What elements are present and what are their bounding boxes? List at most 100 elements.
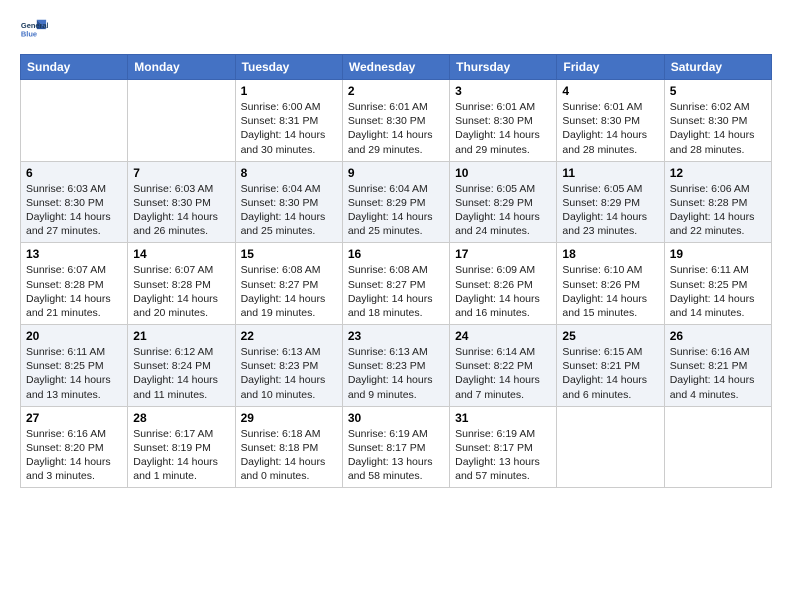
- day-number: 18: [562, 247, 658, 261]
- calendar-cell: 25 Sunrise: 6:15 AM Sunset: 8:21 PM Dayli…: [557, 325, 664, 407]
- header-thursday: Thursday: [450, 55, 557, 80]
- calendar-cell: 24 Sunrise: 6:14 AM Sunset: 8:22 PM Dayli…: [450, 325, 557, 407]
- logo-icon: General Blue: [20, 16, 48, 44]
- cell-info: Sunrise: 6:09 AM Sunset: 8:26 PM Dayligh…: [455, 263, 551, 320]
- day-number: 4: [562, 84, 658, 98]
- calendar-cell: [21, 80, 128, 162]
- calendar-cell: 17 Sunrise: 6:09 AM Sunset: 8:26 PM Dayli…: [450, 243, 557, 325]
- cell-info: Sunrise: 6:07 AM Sunset: 8:28 PM Dayligh…: [133, 263, 229, 320]
- cell-info: Sunrise: 6:15 AM Sunset: 8:21 PM Dayligh…: [562, 345, 658, 402]
- week-row-5: 27 Sunrise: 6:16 AM Sunset: 8:20 PM Dayli…: [21, 406, 772, 488]
- day-number: 7: [133, 166, 229, 180]
- cell-info: Sunrise: 6:16 AM Sunset: 8:20 PM Dayligh…: [26, 427, 122, 484]
- calendar-cell: 11 Sunrise: 6:05 AM Sunset: 8:29 PM Dayli…: [557, 161, 664, 243]
- header-tuesday: Tuesday: [235, 55, 342, 80]
- day-number: 14: [133, 247, 229, 261]
- cell-info: Sunrise: 6:19 AM Sunset: 8:17 PM Dayligh…: [455, 427, 551, 484]
- day-number: 13: [26, 247, 122, 261]
- calendar-cell: 2Sunrise: 6:01 AM Sunset: 8:30 PM Daylig…: [342, 80, 449, 162]
- calendar-cell: 10 Sunrise: 6:05 AM Sunset: 8:29 PM Dayli…: [450, 161, 557, 243]
- cell-info: Sunrise: 6:02 AM Sunset: 8:30 PM Dayligh…: [670, 100, 766, 157]
- day-number: 26: [670, 329, 766, 343]
- cell-info: Sunrise: 6:18 AM Sunset: 8:18 PM Dayligh…: [241, 427, 337, 484]
- day-number: 10: [455, 166, 551, 180]
- header-row: SundayMondayTuesdayWednesdayThursdayFrid…: [21, 55, 772, 80]
- calendar-cell: 21 Sunrise: 6:12 AM Sunset: 8:24 PM Dayli…: [128, 325, 235, 407]
- cell-info: Sunrise: 6:04 AM Sunset: 8:30 PM Dayligh…: [241, 182, 337, 239]
- cell-info: Sunrise: 6:13 AM Sunset: 8:23 PM Dayligh…: [348, 345, 444, 402]
- day-number: 1: [241, 84, 337, 98]
- day-number: 8: [241, 166, 337, 180]
- header-saturday: Saturday: [664, 55, 771, 80]
- calendar-cell: 7 Sunrise: 6:03 AM Sunset: 8:30 PM Daylig…: [128, 161, 235, 243]
- calendar-cell: 15 Sunrise: 6:08 AM Sunset: 8:27 PM Dayli…: [235, 243, 342, 325]
- calendar-cell: 4Sunrise: 6:01 AM Sunset: 8:30 PM Daylig…: [557, 80, 664, 162]
- cell-info: Sunrise: 6:11 AM Sunset: 8:25 PM Dayligh…: [670, 263, 766, 320]
- header-sunday: Sunday: [21, 55, 128, 80]
- header-wednesday: Wednesday: [342, 55, 449, 80]
- cell-info: Sunrise: 6:17 AM Sunset: 8:19 PM Dayligh…: [133, 427, 229, 484]
- week-row-4: 20 Sunrise: 6:11 AM Sunset: 8:25 PM Dayli…: [21, 325, 772, 407]
- calendar-cell: 23 Sunrise: 6:13 AM Sunset: 8:23 PM Dayli…: [342, 325, 449, 407]
- week-row-3: 13 Sunrise: 6:07 AM Sunset: 8:28 PM Dayli…: [21, 243, 772, 325]
- cell-info: Sunrise: 6:12 AM Sunset: 8:24 PM Dayligh…: [133, 345, 229, 402]
- cell-info: Sunrise: 6:13 AM Sunset: 8:23 PM Dayligh…: [241, 345, 337, 402]
- cell-info: Sunrise: 6:03 AM Sunset: 8:30 PM Dayligh…: [133, 182, 229, 239]
- day-number: 24: [455, 329, 551, 343]
- svg-text:Blue: Blue: [21, 30, 37, 39]
- calendar-cell: 30Sunrise: 6:19 AM Sunset: 8:17 PM Dayli…: [342, 406, 449, 488]
- calendar-cell: [664, 406, 771, 488]
- week-row-2: 6 Sunrise: 6:03 AM Sunset: 8:30 PM Daylig…: [21, 161, 772, 243]
- day-number: 17: [455, 247, 551, 261]
- cell-info: Sunrise: 6:01 AM Sunset: 8:30 PM Dayligh…: [348, 100, 444, 157]
- day-number: 20: [26, 329, 122, 343]
- day-number: 3: [455, 84, 551, 98]
- day-number: 11: [562, 166, 658, 180]
- cell-info: Sunrise: 6:10 AM Sunset: 8:26 PM Dayligh…: [562, 263, 658, 320]
- calendar-cell: 3 Sunrise: 6:01 AM Sunset: 8:30 PM Daylig…: [450, 80, 557, 162]
- day-number: 22: [241, 329, 337, 343]
- cell-info: Sunrise: 6:08 AM Sunset: 8:27 PM Dayligh…: [348, 263, 444, 320]
- calendar-cell: 16 Sunrise: 6:08 AM Sunset: 8:27 PM Dayli…: [342, 243, 449, 325]
- calendar-cell: 26Sunrise: 6:16 AM Sunset: 8:21 PM Dayli…: [664, 325, 771, 407]
- cell-info: Sunrise: 6:06 AM Sunset: 8:28 PM Dayligh…: [670, 182, 766, 239]
- calendar-cell: [128, 80, 235, 162]
- calendar-cell: 31Sunrise: 6:19 AM Sunset: 8:17 PM Dayli…: [450, 406, 557, 488]
- cell-info: Sunrise: 6:19 AM Sunset: 8:17 PM Dayligh…: [348, 427, 444, 484]
- cell-info: Sunrise: 6:01 AM Sunset: 8:30 PM Dayligh…: [455, 100, 551, 157]
- calendar-cell: 14 Sunrise: 6:07 AM Sunset: 8:28 PM Dayli…: [128, 243, 235, 325]
- day-number: 9: [348, 166, 444, 180]
- cell-info: Sunrise: 6:05 AM Sunset: 8:29 PM Dayligh…: [562, 182, 658, 239]
- calendar-cell: 18 Sunrise: 6:10 AM Sunset: 8:26 PM Dayli…: [557, 243, 664, 325]
- week-row-1: 1 Sunrise: 6:00 AM Sunset: 8:31 PM Daylig…: [21, 80, 772, 162]
- calendar-cell: [557, 406, 664, 488]
- cell-info: Sunrise: 6:05 AM Sunset: 8:29 PM Dayligh…: [455, 182, 551, 239]
- day-number: 21: [133, 329, 229, 343]
- day-number: 27: [26, 411, 122, 425]
- day-number: 6: [26, 166, 122, 180]
- calendar-cell: 27 Sunrise: 6:16 AM Sunset: 8:20 PM Dayli…: [21, 406, 128, 488]
- day-number: 25: [562, 329, 658, 343]
- cell-info: Sunrise: 6:00 AM Sunset: 8:31 PM Dayligh…: [241, 100, 337, 157]
- page-header: General Blue: [20, 16, 772, 44]
- calendar-cell: 20 Sunrise: 6:11 AM Sunset: 8:25 PM Dayli…: [21, 325, 128, 407]
- calendar-cell: 28Sunrise: 6:17 AM Sunset: 8:19 PM Dayli…: [128, 406, 235, 488]
- day-number: 16: [348, 247, 444, 261]
- day-number: 23: [348, 329, 444, 343]
- day-number: 19: [670, 247, 766, 261]
- header-friday: Friday: [557, 55, 664, 80]
- logo: General Blue: [20, 16, 48, 44]
- day-number: 15: [241, 247, 337, 261]
- calendar: SundayMondayTuesdayWednesdayThursdayFrid…: [20, 54, 772, 488]
- header-monday: Monday: [128, 55, 235, 80]
- day-number: 5: [670, 84, 766, 98]
- calendar-cell: 9 Sunrise: 6:04 AM Sunset: 8:29 PM Daylig…: [342, 161, 449, 243]
- calendar-cell: 29Sunrise: 6:18 AM Sunset: 8:18 PM Dayli…: [235, 406, 342, 488]
- cell-info: Sunrise: 6:07 AM Sunset: 8:28 PM Dayligh…: [26, 263, 122, 320]
- cell-info: Sunrise: 6:11 AM Sunset: 8:25 PM Dayligh…: [26, 345, 122, 402]
- cell-info: Sunrise: 6:04 AM Sunset: 8:29 PM Dayligh…: [348, 182, 444, 239]
- cell-info: Sunrise: 6:08 AM Sunset: 8:27 PM Dayligh…: [241, 263, 337, 320]
- calendar-cell: 22 Sunrise: 6:13 AM Sunset: 8:23 PM Dayli…: [235, 325, 342, 407]
- cell-info: Sunrise: 6:14 AM Sunset: 8:22 PM Dayligh…: [455, 345, 551, 402]
- calendar-cell: 13 Sunrise: 6:07 AM Sunset: 8:28 PM Dayli…: [21, 243, 128, 325]
